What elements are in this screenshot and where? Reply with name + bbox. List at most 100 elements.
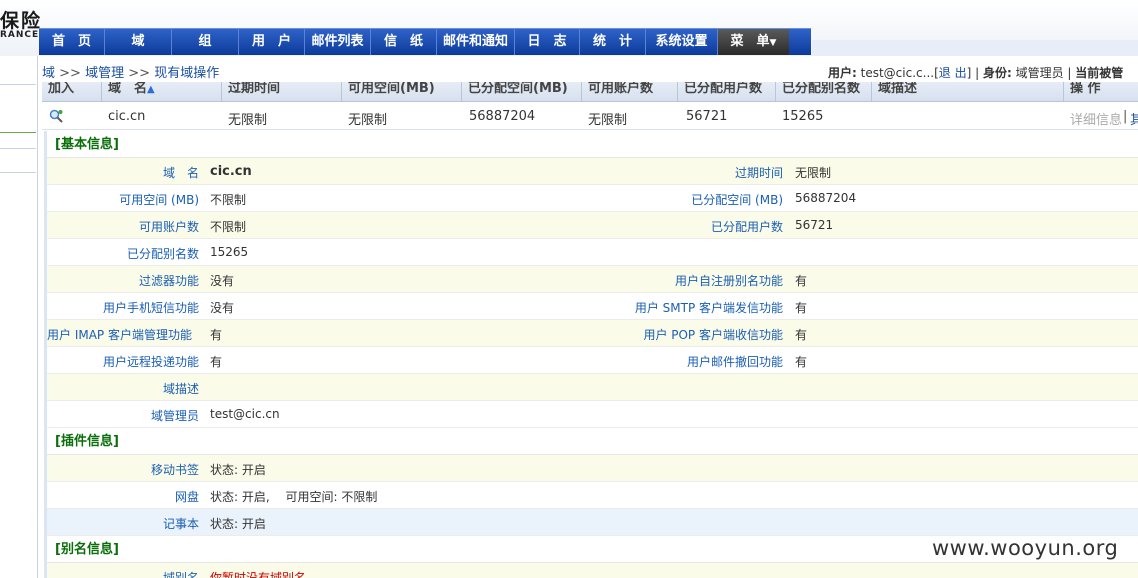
detail-row: 过滤器功能 没有 用户自注册别名功能 有 xyxy=(47,266,1138,293)
detail-row: 域 名 cic.cn 过期时间 无限制 xyxy=(47,158,1138,185)
remote-value: 有 xyxy=(210,355,223,369)
col-header-ops: 操 作 xyxy=(1070,82,1101,96)
user-label: 用户: xyxy=(828,66,857,80)
detail-row: 网盘 状态: 开启, 可用空间: 不限制 xyxy=(47,482,1138,509)
logo-text: 保险 xyxy=(0,10,43,32)
nav-domain[interactable]: 域 xyxy=(105,29,172,55)
self-alias-value: 有 xyxy=(795,274,808,288)
netdisk-value: 状态: 开启, 可用空间: 不限制 xyxy=(210,490,378,504)
col-header-alloc-users[interactable]: 已分配用户数 xyxy=(678,82,776,101)
detail-row: 用户手机短信功能 没有 用户 SMTP 客户端发信功能 有 xyxy=(47,293,1138,320)
sidebar-divider xyxy=(0,172,36,173)
logout-link[interactable]: 退 出 xyxy=(939,66,967,80)
nav-system-settings[interactable]: 系统设置 xyxy=(646,29,718,55)
row-other-link[interactable]: 其 xyxy=(1130,109,1138,128)
nav-user[interactable]: 用 户 xyxy=(239,29,305,55)
breadcrumb: 域 >> 域管理 >> 现有域操作 xyxy=(42,62,219,81)
pop-label: 用户 POP 客户端收信功能 xyxy=(643,328,783,342)
watermark-text: www.wooyun.org xyxy=(932,536,1119,560)
breadcrumb-separator: >> xyxy=(128,66,151,81)
breadcrumb-current[interactable]: 现有域操作 xyxy=(154,66,219,81)
recall-label: 用户邮件撤回功能 xyxy=(686,355,783,369)
col-header-expire[interactable]: 过期时间 xyxy=(222,82,342,101)
sidebar-divider xyxy=(0,148,36,149)
chevron-down-icon: ▼ xyxy=(769,38,777,48)
detail-row: 用户 IMAP 客户端管理功能 有 用户 POP 客户端收信功能 有 xyxy=(47,320,1138,347)
notes-label: 记事本 xyxy=(162,517,199,531)
nav-home[interactable]: 首 页 xyxy=(39,29,105,55)
nav-mail-notice[interactable]: 邮件和通知 xyxy=(437,29,515,55)
notes-value: 状态: 开启 xyxy=(210,517,266,531)
domain-name-value: cic.cn xyxy=(210,164,252,179)
alloc-users-value: 56721 xyxy=(795,218,834,232)
col-header-space[interactable]: 可用空间(MB) xyxy=(342,82,462,101)
domain-list-table: 加入 域 名▲ 过期时间 可用空间(MB) 已分配空间(MB) 可用账户数 已分… xyxy=(42,82,1138,130)
row-space: 无限制 xyxy=(348,113,388,128)
nav-group[interactable]: 组 xyxy=(172,29,239,55)
sms-label: 用户手机短信功能 xyxy=(102,301,199,315)
row-alloc-aliases: 15265 xyxy=(782,109,824,124)
detail-row: 已分配别名数 15265 xyxy=(47,239,1138,266)
table-header: 加入 域 名▲ 过期时间 可用空间(MB) 已分配空间(MB) 可用账户数 已分… xyxy=(42,82,1138,102)
logo-subtext: RANCE xyxy=(0,30,40,40)
detail-row: 记事本 状态: 开启 xyxy=(47,509,1138,536)
role-value: 域管理员 xyxy=(1015,66,1064,80)
pop-value: 有 xyxy=(795,328,808,342)
domain-alias-value: 你暂时没有域别名 xyxy=(210,571,307,578)
smtp-value: 有 xyxy=(795,301,808,315)
accounts-value: 不限制 xyxy=(210,220,247,234)
nav-bar-tail xyxy=(812,40,1138,56)
sort-icon: ▲ xyxy=(147,84,155,95)
expire-label: 过期时间 xyxy=(734,166,783,180)
current-managed-label: 当前被管 xyxy=(1075,66,1124,80)
detail-row: 可用空间 (MB) 不限制 已分配空间 (MB) 56887204 xyxy=(47,185,1138,212)
breadcrumb-domain-manage-link[interactable]: 域管理 xyxy=(85,66,124,81)
bookmark-label: 移动书签 xyxy=(150,463,199,477)
row-alloc-space: 56887204 xyxy=(469,109,536,124)
alloc-users-label: 已分配用户数 xyxy=(710,220,783,234)
imap-value: 有 xyxy=(210,328,223,342)
admin-value: test@cic.cn xyxy=(210,407,280,421)
nav-mailing-list[interactable]: 邮件列表 xyxy=(305,29,371,55)
nav-menu-label: 菜 单 xyxy=(730,34,770,49)
detail-row: 域描述 xyxy=(47,374,1138,401)
breadcrumb-domain-link[interactable]: 域 xyxy=(42,66,55,81)
row-domain[interactable]: cic.cn xyxy=(108,109,145,124)
col-header-alloc-space[interactable]: 已分配空间(MB) xyxy=(462,82,582,101)
detail-row: 域管理员 test@cic.cn xyxy=(47,401,1138,428)
col-header-domain[interactable]: 域 名▲ xyxy=(102,82,222,101)
breadcrumb-separator: >> xyxy=(59,66,81,81)
domain-alias-label: 域别名 xyxy=(162,571,199,578)
user-info: 用户: test@cic.c...[退 出] | 身份: 域管理员 | 当前被管 xyxy=(828,66,1124,80)
filter-value: 没有 xyxy=(210,274,235,288)
left-sidebar xyxy=(0,56,38,578)
table-row[interactable]: cic.cn 无限制 无限制 56887204 无限制 56721 15265 … xyxy=(42,102,1138,130)
col-header-accounts[interactable]: 可用账户数 xyxy=(582,82,678,101)
alloc-space-label: 已分配空间 (MB) xyxy=(691,193,783,207)
row-expire: 无限制 xyxy=(228,113,268,128)
user-value: test@cic.c... xyxy=(860,66,935,80)
row-accounts: 无限制 xyxy=(588,113,628,128)
space-value: 不限制 xyxy=(210,193,247,207)
netdisk-label: 网盘 xyxy=(174,490,199,504)
nav-stats[interactable]: 统 计 xyxy=(580,29,646,55)
detail-row: 移动书签 状态: 开启 xyxy=(47,455,1138,482)
nav-menu[interactable]: 菜 单▼ xyxy=(718,29,789,55)
desc-label: 域描述 xyxy=(162,382,199,396)
section-plugins-title: [插件信息] xyxy=(47,428,1138,455)
domain-name-label: 域 名 xyxy=(162,166,199,180)
bookmark-value: 状态: 开启 xyxy=(210,463,266,477)
col-header-alloc-aliases[interactable]: 已分配别名数 xyxy=(776,82,872,101)
accounts-label: 可用账户数 xyxy=(138,220,199,234)
expire-value: 无限制 xyxy=(795,166,832,180)
col-header-domain-label: 域 名 xyxy=(108,82,148,96)
detail-row: 用户远程投递功能 有 用户邮件撤回功能 有 xyxy=(47,347,1138,374)
recall-value: 有 xyxy=(795,355,808,369)
magnifier-icon[interactable] xyxy=(49,109,63,123)
role-label: 身份: xyxy=(982,66,1012,80)
domain-detail-panel: [基本信息] 域 名 cic.cn 过期时间 无限制 可用空间 (MB) 不限制… xyxy=(44,131,1138,578)
sms-value: 没有 xyxy=(210,301,235,315)
row-detail-link[interactable]: 详细信息 xyxy=(1070,109,1122,128)
nav-stationery[interactable]: 信 纸 xyxy=(371,29,437,55)
nav-log[interactable]: 日 志 xyxy=(515,29,580,55)
